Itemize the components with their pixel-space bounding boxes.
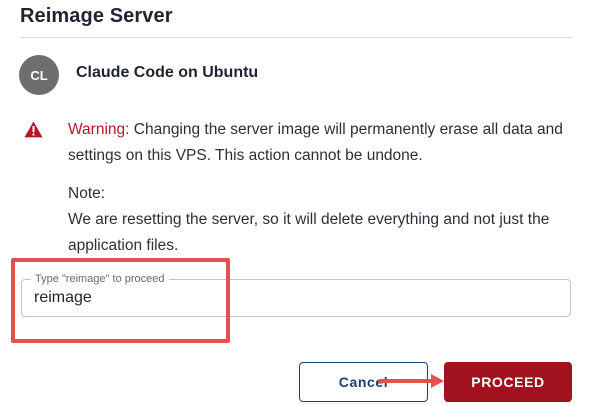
dialog-title: Reimage Server [20, 5, 173, 27]
reimage-confirm-input[interactable] [34, 289, 554, 307]
cancel-button[interactable]: Cancel [299, 362, 428, 402]
warning-label: Warning: [68, 121, 130, 138]
warning-triangle-icon [24, 121, 43, 138]
reimage-dialog: Reimage Server CL Claude Code on Ubuntu … [0, 0, 592, 406]
server-avatar: CL [19, 55, 59, 95]
reimage-confirm-label: Type "reimage" to proceed [31, 272, 169, 286]
warning-text: Changing the server image will permanent… [68, 121, 563, 164]
note-heading: Note: [68, 185, 106, 202]
note-block: Note: We are resetting the server, so it… [68, 181, 580, 259]
server-name: Claude Code on Ubuntu [76, 64, 259, 81]
reimage-confirm-field[interactable]: Type "reimage" to proceed [21, 272, 571, 317]
title-divider [20, 37, 573, 38]
note-text: We are resetting the server, so it will … [68, 211, 550, 254]
warning-message: Warning: Changing the server image will … [68, 117, 580, 169]
proceed-button[interactable]: PROCEED [444, 362, 572, 402]
